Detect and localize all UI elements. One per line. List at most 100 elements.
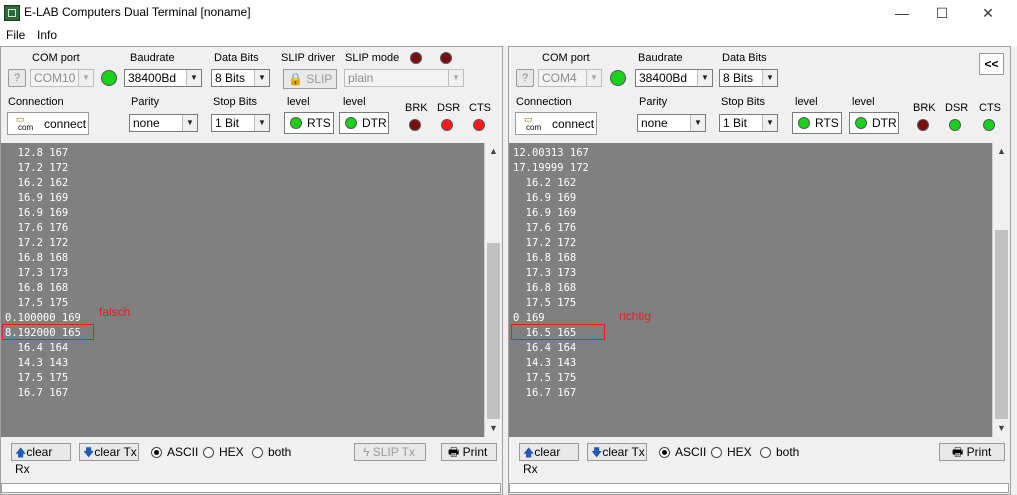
terminal-line: 16.8 168 — [513, 282, 577, 294]
connect-button[interactable]: ▭ com connect — [7, 112, 89, 135]
clear-tx-button[interactable]: 🡇clear Tx — [587, 443, 647, 461]
connection-label: Connection — [8, 96, 64, 108]
com-port-select[interactable]: COM10 ▼ — [30, 69, 94, 87]
terminal-line: 16.8 168 — [5, 252, 69, 264]
slip-led-1 — [410, 52, 422, 64]
menu-info[interactable]: Info — [37, 28, 57, 42]
scroll-thumb[interactable] — [995, 230, 1008, 419]
dtr-level-label: level — [852, 96, 875, 108]
cts-led — [983, 119, 995, 131]
rts-led — [798, 117, 810, 129]
parity-select[interactable]: none ▼ — [637, 114, 706, 132]
terminal-line: 16.7 167 — [513, 387, 577, 399]
slip-mode-select[interactable]: plain ▼ — [344, 69, 464, 87]
port-status-led — [101, 70, 117, 86]
connection-label: Connection — [516, 96, 572, 108]
terminal-line: 16.8 168 — [5, 282, 69, 294]
rx-scrollbar[interactable]: ▲ ▼ — [484, 143, 502, 437]
hex-label: HEX — [219, 445, 244, 459]
menu-file[interactable]: File — [6, 28, 25, 42]
window-title: E-LAB Computers Dual Terminal [noname] — [24, 5, 251, 19]
close-icon[interactable]: ✕ — [965, 0, 1011, 26]
brk-label: BRK — [405, 102, 428, 114]
com-port-label: COM port — [542, 52, 590, 64]
baudrate-select[interactable]: 38400Bd ▼ — [635, 69, 713, 87]
databits-select[interactable]: 8 Bits ▼ — [719, 69, 778, 87]
scroll-up-icon[interactable]: ▲ — [485, 143, 502, 160]
terminal-line: 16.2 162 — [513, 177, 577, 189]
stopbits-select[interactable]: 1 Bit ▼ — [719, 114, 778, 132]
rts-level-label: level — [287, 96, 310, 108]
terminal-line: 17.6 176 — [5, 222, 69, 234]
printer-icon: 🖶 — [448, 445, 460, 459]
terminal-line: 14.3 143 — [5, 357, 69, 369]
scroll-thumb[interactable] — [487, 243, 500, 419]
question-icon[interactable]: ? — [516, 69, 534, 87]
cts-label: CTS — [979, 102, 1001, 114]
right-terminal-panel: COM port ? COM4 ▼ Baudrate 38400Bd ▼ Data … — [508, 46, 1011, 495]
terminal-line: 17.2 172 — [5, 237, 69, 249]
print-button[interactable]: 🖶 Print — [441, 443, 497, 461]
collapse-button[interactable]: << — [979, 53, 1004, 75]
scroll-down-icon[interactable]: ▼ — [993, 420, 1010, 437]
stopbits-label: Stop Bits — [721, 96, 766, 108]
terminal-line: 12.00313 167 — [513, 147, 589, 159]
left-terminal-panel: COM port ? COM10 ▼ Baudrate 38400Bd ▼ Data… — [0, 46, 503, 495]
clear-rx-button[interactable]: 🡅clear Rx — [519, 443, 579, 476]
scroll-up-icon[interactable]: ▲ — [993, 143, 1010, 160]
maximize-icon[interactable]: ☐ — [919, 0, 965, 26]
baudrate-label: Baudrate — [130, 52, 175, 64]
stopbits-select[interactable]: 1 Bit ▼ — [211, 114, 270, 132]
rx-terminal[interactable]: 12.00313 167 17.19999 172 16.2 162 16.9 1… — [509, 143, 992, 437]
tx-input[interactable] — [509, 483, 1009, 493]
rts-toggle[interactable]: RTS — [792, 112, 842, 134]
rx-scrollbar[interactable]: ▲ ▼ — [992, 143, 1010, 437]
terminal-line: 16.4 164 — [513, 342, 577, 354]
terminal-line: 16.9 169 — [5, 207, 69, 219]
terminal-line: 17.2 172 — [5, 162, 69, 174]
rts-level-label: level — [795, 96, 818, 108]
ascii-label: ASCII — [675, 445, 707, 459]
baudrate-select[interactable]: 38400Bd ▼ — [124, 69, 202, 87]
app-icon — [4, 5, 20, 21]
databits-label: Data Bits — [214, 52, 259, 64]
terminal-line: 17.5 175 — [513, 372, 577, 384]
cts-led — [473, 119, 485, 131]
parity-label: Parity — [639, 96, 668, 108]
terminal-line: 17.6 176 — [513, 222, 577, 234]
databits-label: Data Bits — [722, 52, 767, 64]
radio-both[interactable] — [252, 447, 263, 458]
slip-tx-button[interactable]: ϟ SLIP Tx — [354, 443, 426, 461]
dtr-toggle[interactable]: DTR — [339, 112, 389, 134]
rts-toggle[interactable]: RTS — [284, 112, 334, 134]
radio-both[interactable] — [760, 447, 771, 458]
terminal-line: 17.5 175 — [5, 297, 69, 309]
radio-ascii[interactable] — [659, 447, 670, 458]
connect-button[interactable]: ▭ com connect — [515, 112, 597, 135]
slip-button[interactable]: 🔒 SLIP — [283, 69, 337, 89]
highlight-box — [511, 324, 605, 340]
brk-label: BRK — [913, 102, 936, 114]
arrow-up-icon: 🡅 — [15, 447, 27, 459]
annotation-falsch: falsch — [99, 305, 131, 319]
radio-hex[interactable] — [711, 447, 722, 458]
terminal-line: 14.3 143 — [513, 357, 577, 369]
databits-select[interactable]: 8 Bits ▼ — [211, 69, 270, 87]
clear-rx-button[interactable]: 🡅clear Rx — [11, 443, 71, 476]
clear-tx-button[interactable]: 🡇clear Tx — [79, 443, 139, 461]
terminal-line: 16.8 168 — [513, 252, 577, 264]
radio-ascii[interactable] — [151, 447, 162, 458]
rx-terminal[interactable]: 12.8 167 17.2 172 16.2 162 16.9 169 16.9… — [1, 143, 484, 437]
radio-hex[interactable] — [203, 447, 214, 458]
arrow-up-icon: 🡅 — [523, 447, 535, 459]
com-port-label: COM port — [32, 52, 80, 64]
question-icon[interactable]: ? — [8, 69, 26, 87]
dtr-toggle[interactable]: DTR — [849, 112, 899, 134]
com-port-select[interactable]: COM4 ▼ — [538, 69, 602, 87]
scroll-down-icon[interactable]: ▼ — [485, 420, 502, 437]
terminal-line: 17.3 173 — [513, 267, 577, 279]
parity-select[interactable]: none ▼ — [129, 114, 198, 132]
terminal-line: 12.8 167 — [5, 147, 69, 159]
tx-input[interactable] — [1, 483, 501, 493]
print-button[interactable]: 🖶 Print — [939, 443, 1005, 461]
